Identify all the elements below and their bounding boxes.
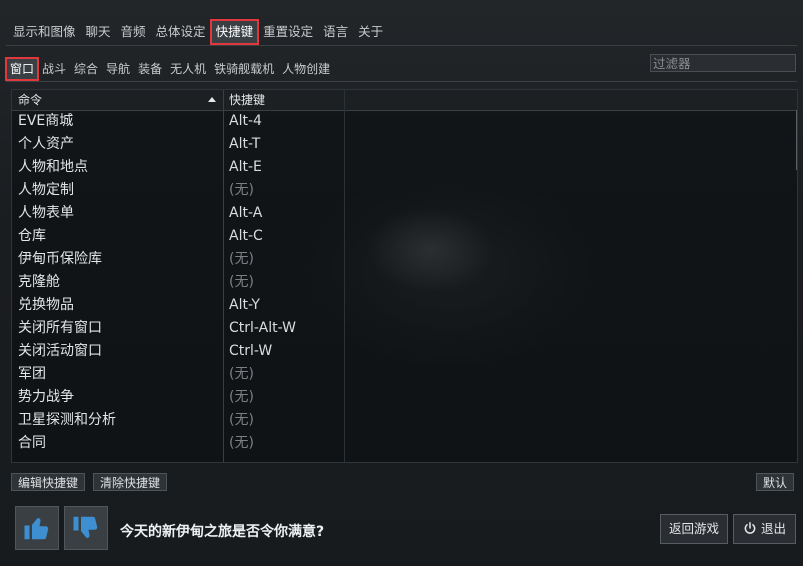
table-row[interactable]: 伊甸币保险库 (无) bbox=[12, 248, 797, 271]
command-cell: 伊甸币保险库 bbox=[18, 251, 102, 267]
like-button[interactable] bbox=[15, 506, 59, 550]
command-cell: 合同 bbox=[18, 435, 46, 451]
command-cell: 卫星探测和分析 bbox=[18, 412, 116, 428]
table-row[interactable]: EVE商城 Alt-4 bbox=[12, 110, 797, 133]
shortcut-cell: Ctrl-W bbox=[229, 343, 273, 359]
shortcut-cell: Alt-C bbox=[229, 228, 263, 244]
table-row[interactable]: 人物定制 (无) bbox=[12, 179, 797, 202]
shortcut-cell: (无) bbox=[229, 389, 254, 405]
subtab-combat[interactable]: 战斗 bbox=[38, 58, 70, 80]
shortcut-cell: (无) bbox=[229, 251, 254, 267]
subtab-navigation[interactable]: 导航 bbox=[102, 58, 134, 80]
tab-shortcuts[interactable]: 快捷键 bbox=[209, 19, 260, 45]
command-cell: 兑换物品 bbox=[18, 297, 74, 313]
table-row[interactable]: 合同 (无) bbox=[12, 432, 797, 455]
dislike-button[interactable] bbox=[64, 506, 108, 550]
shortcut-table: 命令 快捷键 EVE商城 Alt-4 个人资产 Alt-T 人物和地点 Alt-E 人物定制… bbox=[11, 89, 798, 463]
return-to-game-button[interactable]: 返回游戏 bbox=[660, 514, 728, 544]
tab-language[interactable]: 语言 bbox=[318, 20, 353, 44]
table-body: EVE商城 Alt-4 个人资产 Alt-T 人物和地点 Alt-E 人物定制 (无) 人物表单… bbox=[12, 110, 797, 455]
shortcut-cell: (无) bbox=[229, 412, 254, 428]
table-row[interactable]: 克隆舱 (无) bbox=[12, 271, 797, 294]
shortcut-cell: (无) bbox=[229, 182, 254, 198]
subtab-equipment[interactable]: 装备 bbox=[134, 58, 166, 80]
tab-chat[interactable]: 聊天 bbox=[81, 20, 116, 44]
clear-shortcut-button[interactable]: 清除快捷键 bbox=[93, 473, 168, 491]
table-row[interactable]: 卫星探测和分析 (无) bbox=[12, 409, 797, 432]
subtab-character-creation[interactable]: 人物创建 bbox=[278, 58, 334, 80]
shortcut-cell: Ctrl-Alt-W bbox=[229, 320, 296, 336]
command-cell: 人物表单 bbox=[18, 205, 74, 221]
table-row[interactable]: 势力战争 (无) bbox=[12, 386, 797, 409]
quit-button[interactable]: 退出 bbox=[733, 514, 796, 544]
divider bbox=[6, 81, 797, 82]
edit-shortcut-button[interactable]: 编辑快捷键 bbox=[11, 473, 86, 491]
command-cell: EVE商城 bbox=[18, 113, 74, 129]
table-row[interactable]: 关闭活动窗口 Ctrl-W bbox=[12, 340, 797, 363]
filter-input[interactable] bbox=[650, 54, 796, 72]
shortcut-cell: (无) bbox=[229, 435, 254, 451]
thumbs-down-icon bbox=[73, 516, 98, 538]
divider bbox=[6, 45, 797, 46]
tab-general[interactable]: 总体设定 bbox=[151, 20, 211, 44]
shortcut-cell: Alt-E bbox=[229, 159, 262, 175]
tab-reset[interactable]: 重置设定 bbox=[258, 20, 318, 44]
shortcut-cell: (无) bbox=[229, 274, 254, 290]
shortcut-cell: Alt-T bbox=[229, 136, 261, 152]
table-row[interactable]: 仓库 Alt-C bbox=[12, 225, 797, 248]
thumbs-up-icon bbox=[24, 518, 49, 540]
table-row[interactable]: 军团 (无) bbox=[12, 363, 797, 386]
command-cell: 关闭活动窗口 bbox=[18, 343, 102, 359]
table-row[interactable]: 关闭所有窗口 Ctrl-Alt-W bbox=[12, 317, 797, 340]
tab-display[interactable]: 显示和图像 bbox=[8, 20, 81, 44]
command-cell: 军团 bbox=[18, 366, 46, 382]
command-cell: 克隆舱 bbox=[18, 274, 60, 290]
tab-about[interactable]: 关于 bbox=[353, 20, 388, 44]
top-tab-bar: 显示和图像 聊天 音频 总体设定 快捷键 重置设定 语言 关于 bbox=[8, 19, 388, 45]
quit-label: 退出 bbox=[760, 521, 786, 536]
sub-tab-bar: 窗口 战斗 综合 导航 装备 无人机 铁骑舰载机 人物创建 bbox=[4, 57, 334, 81]
command-cell: 关闭所有窗口 bbox=[18, 320, 102, 336]
command-cell: 势力战争 bbox=[18, 389, 74, 405]
tab-audio[interactable]: 音频 bbox=[116, 20, 151, 44]
default-button[interactable]: 默认 bbox=[756, 473, 795, 491]
command-cell: 人物和地点 bbox=[18, 159, 88, 175]
shortcut-cell: Alt-A bbox=[229, 205, 263, 221]
power-icon bbox=[744, 521, 756, 534]
feedback-question: 今天的新伊甸之旅是否令你满意? bbox=[120, 524, 325, 540]
scrollbar-thumb[interactable] bbox=[796, 110, 797, 170]
shortcut-cell: (无) bbox=[229, 366, 254, 382]
table-row[interactable]: 人物表单 Alt-A bbox=[12, 202, 797, 225]
table-header: 命令 快捷键 bbox=[12, 90, 797, 111]
sort-ascending-icon[interactable] bbox=[208, 97, 216, 102]
subtab-fighters[interactable]: 铁骑舰载机 bbox=[210, 58, 278, 80]
shortcut-cell: Alt-4 bbox=[229, 113, 262, 129]
command-cell: 个人资产 bbox=[18, 136, 74, 152]
shortcut-cell: Alt-Y bbox=[229, 297, 260, 313]
subtab-window[interactable]: 窗口 bbox=[4, 57, 40, 81]
command-cell: 仓库 bbox=[18, 228, 46, 244]
table-row[interactable]: 兑换物品 Alt-Y bbox=[12, 294, 797, 317]
column-header-shortcut[interactable]: 快捷键 bbox=[229, 90, 265, 110]
table-row[interactable]: 人物和地点 Alt-E bbox=[12, 156, 797, 179]
column-header-command[interactable]: 命令 bbox=[18, 90, 218, 110]
table-row[interactable]: 个人资产 Alt-T bbox=[12, 133, 797, 156]
subtab-general[interactable]: 综合 bbox=[70, 58, 102, 80]
command-cell: 人物定制 bbox=[18, 182, 74, 198]
subtab-drones[interactable]: 无人机 bbox=[166, 58, 210, 80]
